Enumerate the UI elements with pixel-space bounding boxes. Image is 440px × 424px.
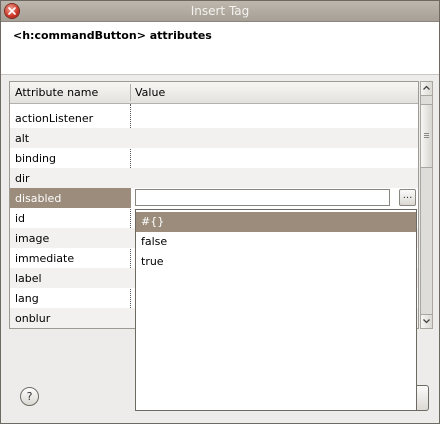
attribute-name: id (15, 212, 26, 225)
help-icon[interactable]: ? (20, 387, 39, 406)
attribute-name: onblur (15, 312, 51, 325)
table-row[interactable]: dir (10, 168, 418, 188)
suggestion-label: #{} (141, 215, 165, 228)
scroll-thumb[interactable] (421, 104, 432, 168)
scroll-up-button[interactable] (421, 82, 432, 96)
table-row[interactable]: alt (10, 128, 418, 148)
grip-line (424, 137, 429, 138)
table-row[interactable]: binding (10, 148, 418, 168)
suggestion-item-true[interactable]: true (136, 252, 416, 272)
header-title: <h:commandButton> attributes (13, 29, 212, 42)
dialog-button-partial[interactable] (417, 385, 429, 411)
column-header-value[interactable]: Value (135, 86, 165, 99)
column-header-attribute-name[interactable]: Attribute name (15, 86, 98, 99)
attribute-name: dir (15, 172, 30, 185)
attribute-name: immediate (15, 252, 75, 265)
suggestion-label: true (141, 255, 164, 268)
table-header: Attribute name Value (10, 82, 418, 104)
dialog-header: <h:commandButton> attributes (1, 22, 439, 75)
suggestion-item-false[interactable]: false (136, 232, 416, 252)
title-bar[interactable]: Insert Tag (1, 1, 439, 22)
suggestion-label: false (141, 235, 168, 248)
value-suggestion-popup: #{} false true (135, 209, 417, 411)
window-title: Insert Tag (190, 4, 250, 18)
attribute-name: binding (15, 152, 57, 165)
insert-tag-dialog: Insert Tag <h:commandButton> attributes … (0, 0, 440, 424)
table-scrollbar[interactable] (420, 81, 433, 329)
table-row[interactable]: actionListener (10, 108, 418, 128)
attribute-name: disabled (15, 192, 62, 205)
suggestion-item-el-expression[interactable]: #{} (136, 212, 416, 232)
column-resize-handle[interactable] (130, 84, 131, 101)
attribute-name: label (15, 272, 42, 285)
chevron-up-icon (423, 85, 430, 90)
attribute-name: lang (15, 292, 39, 305)
browse-button[interactable]: ... (399, 189, 416, 206)
grip-line (424, 135, 429, 136)
attribute-name: alt (15, 132, 30, 145)
scroll-down-button[interactable] (421, 314, 432, 328)
table-row-selected[interactable]: disabled ... (10, 188, 418, 208)
grip-line (424, 133, 429, 134)
attribute-name: image (15, 232, 50, 245)
attribute-name: actionListener (15, 112, 94, 125)
value-editor-input[interactable] (135, 189, 390, 206)
chevron-down-icon (423, 319, 430, 324)
